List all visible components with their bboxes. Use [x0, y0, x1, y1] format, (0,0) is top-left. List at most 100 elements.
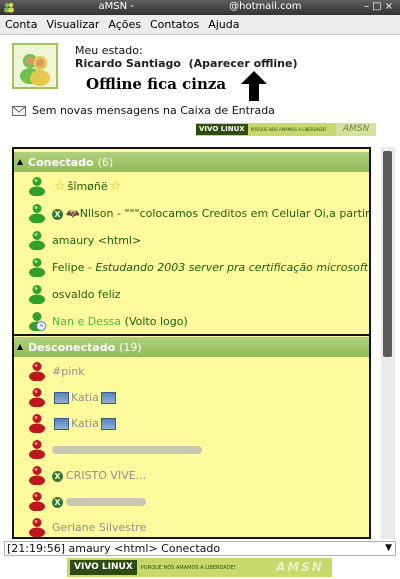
- collapse-triangle-icon[interactable]: [17, 344, 23, 350]
- contact-name[interactable]: Nan e Dessa (Volto logo): [52, 315, 188, 328]
- contact-nick[interactable]: CRISTO VIVE...: [66, 469, 146, 482]
- x-badge-icon: X: [52, 496, 63, 508]
- status-log-combobox[interactable]: [21:19:56] amaury <html> Conectado ▼: [4, 541, 396, 556]
- contact-nick[interactable]: Gerlane Silvestre: [52, 521, 146, 534]
- star-icon: ☆: [109, 178, 122, 194]
- contact-nick[interactable]: amaury <html>: [52, 234, 141, 247]
- nickname-state[interactable]: Ricardo Santiago (Aparecer offline): [75, 57, 298, 70]
- contact-nick[interactable]: Nllson - """colocamos Creditos em Celula…: [80, 207, 369, 220]
- contact-list-scrollbar[interactable]: [381, 147, 395, 539]
- close-icon[interactable]: ×: [385, 1, 396, 12]
- contact-row[interactable]: #pink: [28, 361, 85, 381]
- online-status-icon: [29, 231, 45, 250]
- buddies-avatar-icon: [14, 45, 56, 87]
- bat-icon: 🦇: [66, 206, 80, 220]
- star-icon: ☆: [54, 178, 66, 194]
- menu-bar: Conta Visualizar Ações Contatos Ajuda: [0, 15, 400, 35]
- contact-row[interactable]: amaury <html>: [28, 230, 141, 250]
- away-status-icon: [29, 312, 46, 331]
- contact-row[interactable]: [28, 439, 202, 459]
- offline-status-icon: [29, 518, 45, 537]
- contact-row[interactable]: Gerlane Silvestre: [28, 517, 146, 537]
- contact-row[interactable]: ☆ šîmøñë ☆: [28, 176, 123, 196]
- state-text[interactable]: (Aparecer offline): [189, 57, 298, 70]
- contact-list: Conectado (6) ☆ šîmøñë ☆ X 🦇Nllson - """col…: [12, 147, 371, 539]
- banner-brand: VIVO LINUX: [196, 124, 248, 135]
- menu-contatos[interactable]: Contatos: [145, 18, 203, 31]
- mail-notice[interactable]: Sem novas mensagens na Caixa de Entrada: [12, 104, 275, 117]
- contact-name[interactable]: ☆ šîmøñë ☆: [52, 179, 123, 194]
- group-name: Desconectado: [28, 340, 116, 354]
- collapse-triangle-icon[interactable]: [17, 159, 23, 165]
- contact-name[interactable]: X 🦇Nllson - """colocamos Creditos em Celu…: [52, 206, 369, 220]
- contact-nick[interactable]: Katia: [71, 391, 99, 404]
- contact-name-blurred[interactable]: X: [52, 495, 146, 508]
- contact-nick[interactable]: Felipe -: [52, 261, 95, 274]
- menu-ajuda[interactable]: Ajuda: [203, 18, 243, 31]
- contact-row[interactable]: X CRISTO VIVE...: [28, 465, 146, 485]
- scrollbar-thumb[interactable]: [383, 151, 392, 357]
- group-divider: [14, 334, 369, 336]
- group-header-desconectado[interactable]: Desconectado (19): [14, 337, 369, 357]
- menu-visualizar[interactable]: Visualizar: [41, 18, 103, 31]
- x-badge-icon: X: [52, 470, 63, 482]
- window-title: aMSN - @hotmail.com: [98, 1, 302, 12]
- contact-nick[interactable]: Nan e Dessa: [52, 315, 121, 328]
- contact-row[interactable]: Nan e Dessa (Volto logo): [28, 311, 188, 331]
- banner-brand: VIVO LINUX: [70, 560, 137, 575]
- banner-slogan: PORQUE NÓS AMAMOS A LIBERDADE!: [140, 564, 236, 571]
- window-controls[interactable]: –□×: [364, 1, 396, 12]
- online-status-icon: [29, 258, 45, 277]
- contact-nick[interactable]: osvaldo feliz: [52, 288, 121, 301]
- contact-row[interactable]: Katia: [28, 413, 118, 433]
- online-status-icon: [29, 177, 45, 196]
- contact-row[interactable]: X: [28, 491, 146, 511]
- nickname[interactable]: Ricardo Santiago: [75, 57, 181, 70]
- contact-name[interactable]: X CRISTO VIVE...: [52, 469, 146, 482]
- menu-conta[interactable]: Conta: [0, 18, 41, 31]
- menu-acoes[interactable]: Ações: [103, 18, 145, 31]
- minimize-icon[interactable]: –: [364, 1, 372, 12]
- arrow-up-icon: [241, 71, 267, 101]
- contact-nick[interactable]: Katia: [71, 417, 99, 430]
- banner-slogan: PORQUE NÓS AMAMOS A LIBERDADE!: [250, 127, 327, 132]
- contact-name[interactable]: Felipe - Estudando 2003 server pra certi…: [52, 261, 368, 274]
- contact-name[interactable]: Katia: [52, 417, 118, 430]
- contact-name[interactable]: Katia: [52, 391, 118, 404]
- maximize-icon[interactable]: □: [372, 1, 384, 12]
- online-status-icon: [29, 285, 45, 304]
- contact-nick[interactable]: šîmøñë: [68, 180, 108, 193]
- personal-message[interactable]: Estudando 2003 server pra certificação m…: [95, 261, 368, 274]
- group-count: (6): [97, 155, 114, 169]
- contact-row[interactable]: osvaldo feliz: [28, 284, 121, 304]
- offline-status-icon: [29, 492, 45, 511]
- banner-app-name: AMSN: [336, 123, 376, 136]
- x-badge-icon: X: [52, 208, 63, 220]
- contact-name-blurred[interactable]: [52, 443, 202, 456]
- contact-row[interactable]: X 🦇Nllson - """colocamos Creditos em Celu…: [28, 203, 369, 223]
- offline-status-icon: [29, 362, 45, 381]
- envelope-icon: [12, 105, 26, 116]
- group-header-conectado[interactable]: Conectado (6): [14, 152, 369, 172]
- computer-emoticon-icon: [54, 391, 69, 404]
- offline-status-icon: [29, 466, 45, 485]
- offline-status-icon: [29, 414, 45, 433]
- my-status-panel: Meu estado: Ricardo Santiago (Aparecer o…: [0, 35, 400, 121]
- blurred-name: [52, 445, 202, 454]
- offline-status-icon: [29, 388, 45, 407]
- computer-emoticon-icon: [100, 391, 116, 404]
- computer-emoticon-icon: [54, 417, 69, 430]
- offline-status-icon: [29, 440, 45, 459]
- status-label: Meu estado:: [75, 44, 143, 57]
- contact-nick[interactable]: #pink: [52, 365, 85, 378]
- dropdown-arrow-icon[interactable]: ▼: [385, 542, 392, 555]
- contact-row[interactable]: Katia: [28, 387, 118, 407]
- annotation-text: Offline fica cinza: [86, 75, 227, 93]
- mail-label[interactable]: Sem novas mensagens na Caixa de Entrada: [32, 104, 275, 117]
- avatar[interactable]: [12, 43, 58, 89]
- group-count: (19): [119, 340, 142, 354]
- blurred-name: [66, 497, 146, 506]
- contact-row[interactable]: Felipe - Estudando 2003 server pra certi…: [28, 257, 368, 277]
- online-status-icon: [29, 204, 45, 223]
- personal-message[interactable]: (Volto logo): [121, 315, 188, 328]
